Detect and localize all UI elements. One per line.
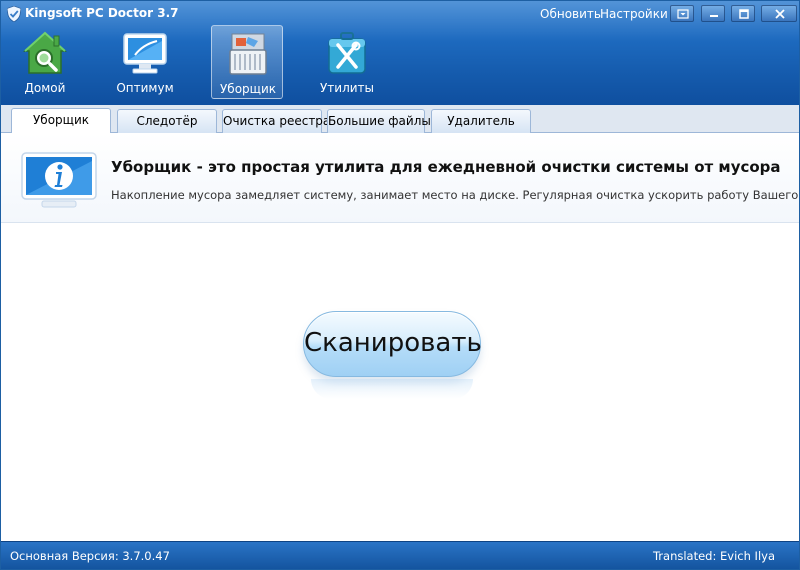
toolbar-item-label: Оптимум: [116, 81, 174, 95]
tab-uninstaller[interactable]: Удалитель: [431, 109, 531, 133]
scan-button-label: Сканировать: [304, 328, 482, 358]
info-description: Накопление мусора замедляет систему, зан…: [111, 188, 800, 202]
minimize-button[interactable]: [701, 5, 725, 22]
toolbar-item-optimum[interactable]: Оптимум: [109, 25, 181, 99]
toolbar-item-label: Домой: [24, 81, 66, 95]
toolbar-item-label: Уборщик: [219, 82, 277, 96]
tab-registry-cleaner[interactable]: Очистка реестра: [222, 109, 330, 133]
toolbar-item-home[interactable]: Домой: [9, 25, 81, 99]
info-title: Уборщик - это простая утилита для ежедне…: [111, 158, 781, 176]
home-icon: [23, 31, 67, 74]
translation-credit: Translated: Evich Ilya: [652, 549, 775, 563]
update-link[interactable]: Обновить: [540, 7, 601, 21]
dropdown-menu-icon: [677, 9, 689, 19]
maximize-button[interactable]: [731, 5, 755, 22]
cleaner-icon: [229, 33, 267, 75]
info-monitor-icon: [21, 152, 97, 208]
main-content: Сканировать: [1, 223, 799, 541]
app-window: Kingsoft PC Doctor 3.7 Обновить Настройк…: [0, 0, 800, 570]
menu-button[interactable]: [670, 5, 694, 22]
window-title: Kingsoft PC Doctor 3.7: [25, 6, 179, 20]
main-toolbar: Домой Оптимум Уборщик Утилиты: [1, 23, 799, 101]
minimize-icon: [710, 15, 718, 17]
monitor-icon: [123, 33, 167, 74]
close-icon: [775, 9, 785, 19]
header: Kingsoft PC Doctor 3.7 Обновить Настройк…: [1, 1, 799, 105]
close-button[interactable]: [761, 5, 797, 22]
toolbar-item-utilities[interactable]: Утилиты: [311, 25, 383, 99]
toolbar-item-cleaner[interactable]: Уборщик: [211, 25, 283, 99]
scan-button[interactable]: Сканировать: [303, 311, 482, 377]
tab-large-files[interactable]: Большие файлы: [327, 109, 431, 133]
shield-icon: [7, 6, 21, 22]
info-panel: Уборщик - это простая утилита для ежедне…: [1, 133, 799, 223]
toolbar-item-label: Утилиты: [319, 81, 375, 95]
settings-link[interactable]: Настройки: [600, 7, 668, 21]
maximize-icon: [739, 9, 749, 19]
tab-strip: Уборщик Следотёр Очистка реестра Большие…: [1, 105, 799, 134]
scan-button-reflection: [311, 379, 473, 399]
tab-cleaner[interactable]: Уборщик: [11, 108, 111, 134]
tab-trace-eraser[interactable]: Следотёр: [117, 109, 217, 133]
status-bar: Основная Версия: 3.7.0.47 Translated: Ev…: [1, 541, 799, 569]
toolbox-icon: [328, 32, 366, 74]
version-text: Основная Версия: 3.7.0.47: [10, 549, 170, 563]
